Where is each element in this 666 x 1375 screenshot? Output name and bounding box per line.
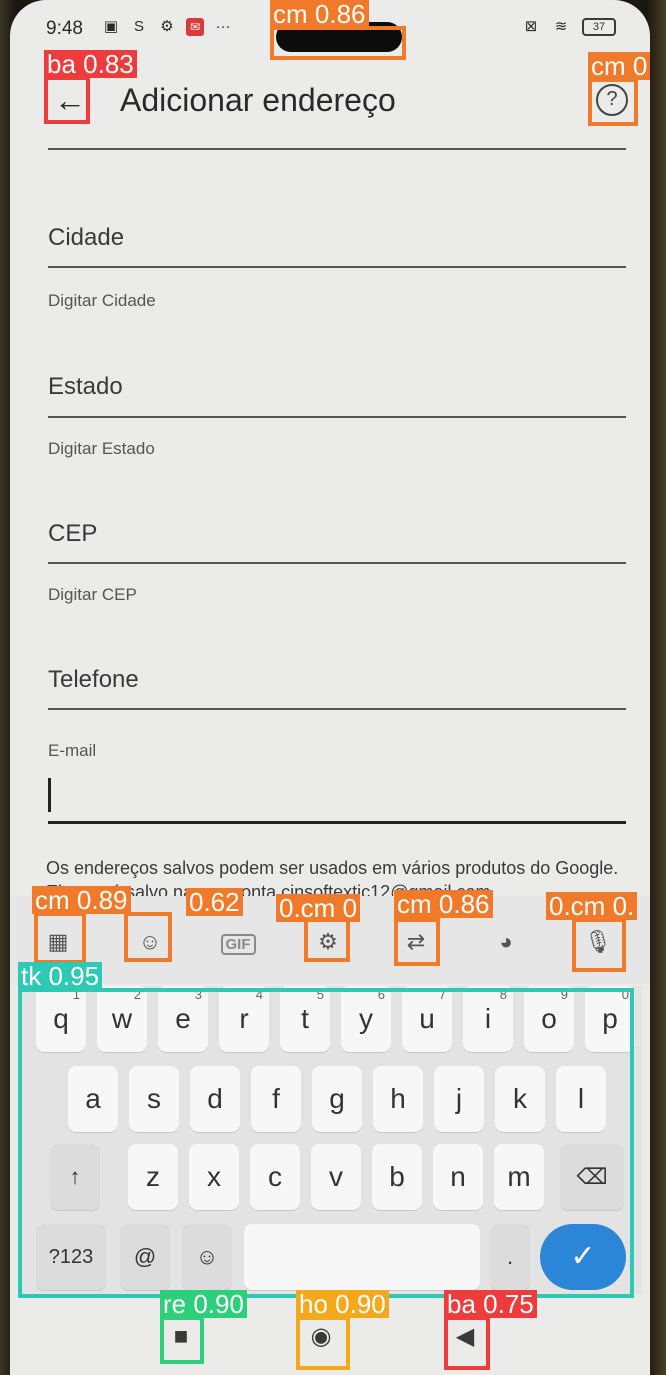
overlay-box <box>18 988 634 1298</box>
overlay-label: cm 0.86 <box>270 0 369 28</box>
phone-bezel-right <box>648 0 666 1375</box>
disclaimer-text: Os endereços salvos podem ser usados em … <box>46 858 619 896</box>
estado-field[interactable]: Estado <box>48 373 123 401</box>
s-icon: S <box>133 18 144 35</box>
status-icons-left: ▣ S ⚙ ✉ ··· <box>102 18 232 36</box>
overlay-label: ho 0.90 <box>296 1290 389 1318</box>
overlay-label: re 0.90 <box>160 1290 247 1318</box>
overlay-label: cm 0.89 <box>32 886 131 914</box>
overlay-box <box>160 1316 204 1364</box>
overlay-box <box>304 918 350 962</box>
gif-icon[interactable]: GIF <box>216 922 260 962</box>
overlay-label: 0.cm 0. <box>546 892 638 920</box>
telefone-underline <box>48 708 626 710</box>
gear-icon: ⚙ <box>160 18 174 35</box>
email-label: E-mail <box>48 741 97 760</box>
battery-icon: 37 <box>582 18 616 36</box>
nfc-icon: ▣ <box>103 18 119 35</box>
overlay-box <box>588 78 638 126</box>
overlay-box <box>270 26 406 60</box>
estado-underline <box>48 416 626 418</box>
page-title: Adicionar endereço <box>120 82 396 118</box>
cep-field[interactable]: CEP <box>48 520 97 548</box>
overlay-label: cm 0 <box>588 52 651 80</box>
field-divider <box>48 148 626 150</box>
overlay-box <box>296 1316 350 1370</box>
overlay-label: tk 0.95 <box>18 962 103 990</box>
cep-underline <box>48 562 626 564</box>
text-cursor <box>48 778 51 812</box>
overlay-box <box>444 1316 490 1370</box>
overlay-label: ba 0.75 <box>444 1290 537 1318</box>
cidade-hint: Digitar Cidade <box>48 291 156 310</box>
overlay-box <box>44 76 90 124</box>
cep-hint: Digitar CEP <box>48 585 137 604</box>
overlay-label: ba 0.83 <box>44 50 137 78</box>
sim-icon: ⊠ <box>524 18 538 35</box>
overlay-box <box>124 912 172 962</box>
palette-icon[interactable]: ◕ <box>484 922 528 962</box>
overlay-box <box>572 918 626 972</box>
cidade-field[interactable]: Cidade <box>48 224 124 252</box>
mail-icon: ✉ <box>186 18 204 36</box>
more-icon: ··· <box>215 18 231 35</box>
overlay-box <box>394 918 440 966</box>
overlay-label: cm 0.86 <box>394 890 493 918</box>
status-time: 9:48 <box>46 18 83 39</box>
overlay-label: 0.62 <box>186 888 243 916</box>
wifi-icon: ≋ <box>554 18 568 35</box>
status-icons-right: ⊠ ≋ 37 <box>522 18 616 36</box>
telefone-field[interactable]: Telefone <box>48 666 139 694</box>
email-underline <box>48 821 626 824</box>
email-field[interactable] <box>48 770 626 824</box>
overlay-label: 0.cm 0 <box>276 894 361 922</box>
overlay-box <box>34 912 86 964</box>
estado-hint: Digitar Estado <box>48 439 155 458</box>
cidade-underline <box>48 266 626 268</box>
